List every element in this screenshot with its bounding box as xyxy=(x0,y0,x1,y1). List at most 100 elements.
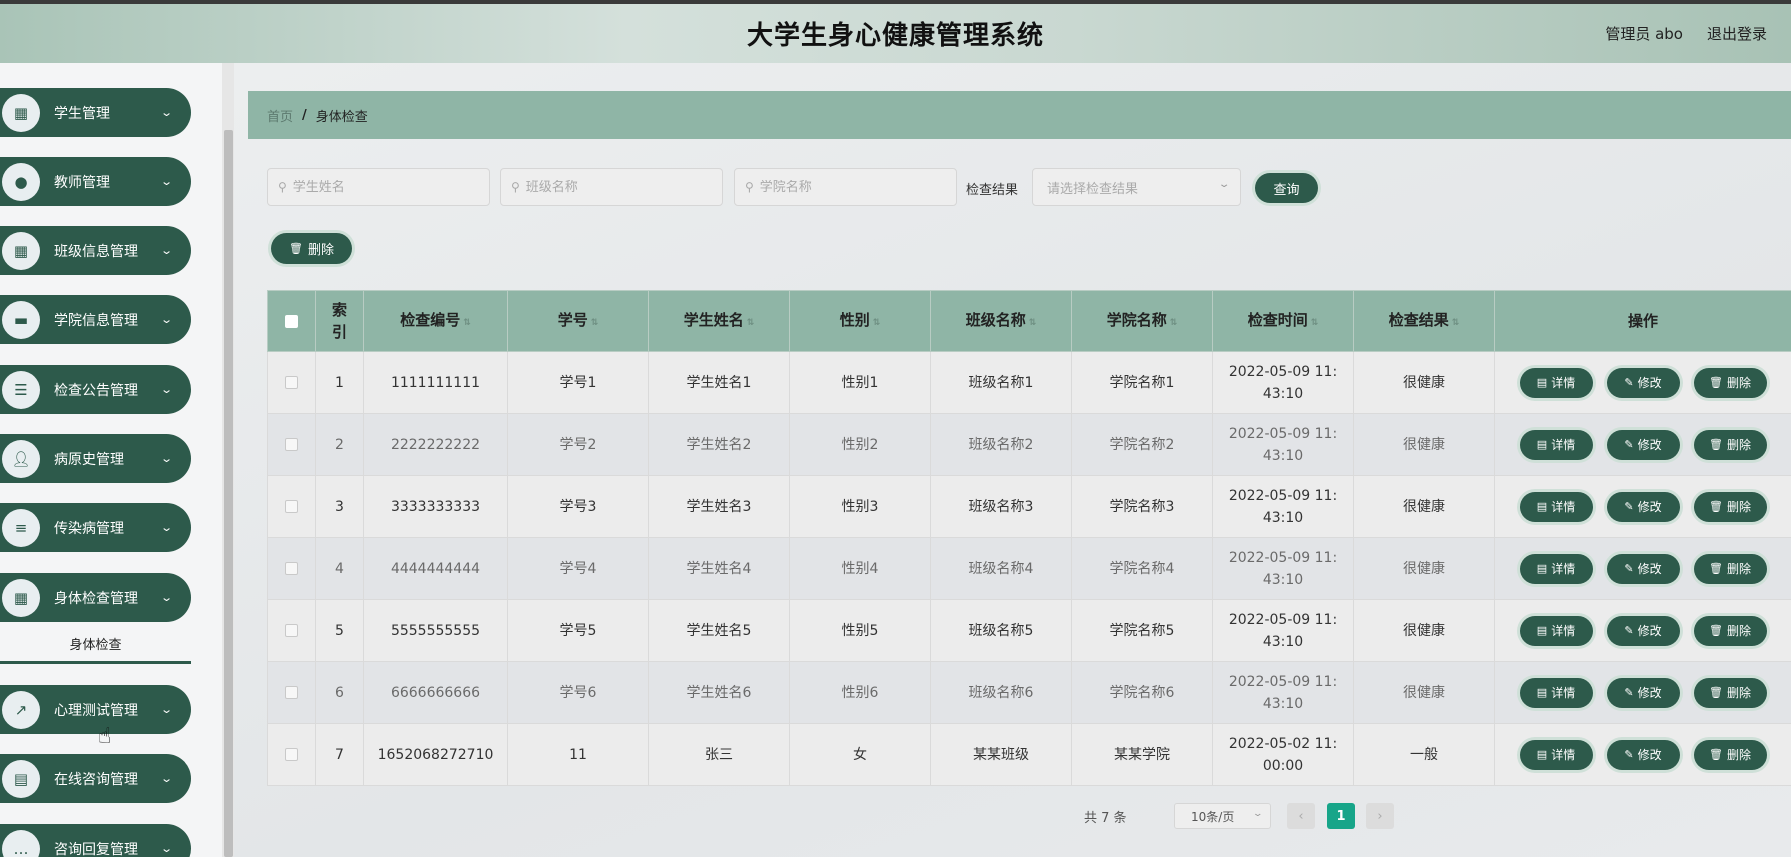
edit-button[interactable]: ✎ 修改 xyxy=(1606,615,1680,646)
cell-class-name: 班级名称6 xyxy=(930,661,1072,724)
row-checkbox[interactable] xyxy=(285,562,298,575)
submenu-item-physical-exam[interactable]: 身体检查 xyxy=(0,626,191,664)
sidebar-item-announcement[interactable]: ☰ 检查公告管理 ⌄ xyxy=(0,365,191,414)
header-student-name[interactable]: 学生姓名 ⇅ xyxy=(648,290,790,352)
sort-icon[interactable]: ⇅ xyxy=(463,318,471,328)
table-row[interactable]: 1 1111111111 学号1 学生姓名1 性别1 班级名称1 学院名称1 2022-05-… xyxy=(267,351,1791,414)
edit-button[interactable]: ✎ 修改 xyxy=(1606,429,1680,460)
table-row[interactable]: 6 6666666666 学号6 学生姓名6 性别6 班级名称6 学院名称6 2022-05-… xyxy=(267,661,1791,724)
sidebar-item-reply[interactable]: … 咨询回复管理 ⌄ xyxy=(0,824,191,857)
table-row[interactable]: 3 3333333333 学号3 学生姓名3 性别3 班级名称3 学院名称3 2022-05-… xyxy=(267,475,1791,538)
sort-icon[interactable]: ⇅ xyxy=(1170,318,1178,328)
college-name-search[interactable]: ⚲ xyxy=(734,168,957,206)
row-checkbox[interactable] xyxy=(285,624,298,637)
cell-gender: 性别3 xyxy=(789,475,931,538)
next-page-button[interactable]: › xyxy=(1366,803,1394,829)
row-select-cell[interactable] xyxy=(267,537,316,600)
class-name-input[interactable] xyxy=(525,179,696,195)
detail-button[interactable]: ▤ 详情 xyxy=(1519,491,1593,522)
list-icon: ≡ xyxy=(2,508,40,547)
student-name-input[interactable] xyxy=(292,179,463,195)
row-select-cell[interactable] xyxy=(267,351,316,414)
row-select-cell[interactable] xyxy=(267,661,316,724)
sort-icon[interactable]: ⇅ xyxy=(1452,318,1460,328)
sort-icon[interactable]: ⇅ xyxy=(747,318,755,328)
header-result[interactable]: 检查结果 ⇅ xyxy=(1353,290,1495,352)
detail-button[interactable]: ▤ 详情 xyxy=(1519,367,1593,398)
logout-link[interactable]: 退出登录 xyxy=(1707,23,1767,44)
breadcrumb-home-link[interactable]: 首页 xyxy=(267,106,293,125)
row-checkbox[interactable] xyxy=(285,500,298,513)
delete-button[interactable]: 🗑︎ 删除 xyxy=(1693,553,1767,584)
detail-button[interactable]: ▤ 详情 xyxy=(1519,553,1593,584)
sort-icon[interactable]: ⇅ xyxy=(1029,318,1037,328)
select-all-checkbox[interactable] xyxy=(285,315,298,328)
cell-student-no: 学号5 xyxy=(507,599,649,662)
edit-button[interactable]: ✎ 修改 xyxy=(1606,739,1680,770)
sidebar-item-college[interactable]: ▬ 学院信息管理 ⌄ xyxy=(0,295,191,344)
edit-button[interactable]: ✎ 修改 xyxy=(1606,553,1680,584)
delete-button[interactable]: 🗑︎ 删除 xyxy=(1693,367,1767,398)
class-name-search[interactable]: ⚲ xyxy=(500,168,723,206)
row-checkbox[interactable] xyxy=(285,376,298,389)
table-row[interactable]: 5 5555555555 学号5 学生姓名5 性别5 班级名称5 学院名称5 2022-05-… xyxy=(267,599,1791,662)
student-name-search[interactable]: ⚲ xyxy=(267,168,490,206)
header-college[interactable]: 学院名称 ⇅ xyxy=(1071,290,1213,352)
row-select-cell[interactable] xyxy=(267,723,316,786)
table-row[interactable]: 2 2222222222 学号2 学生姓名2 性别2 班级名称2 学院名称2 2022-05-… xyxy=(267,413,1791,476)
row-select-cell[interactable] xyxy=(267,413,316,476)
sidebar-item-class[interactable]: ▦ 班级信息管理 ⌄ xyxy=(0,226,191,275)
query-button[interactable]: 查询 xyxy=(1255,173,1318,203)
row-checkbox[interactable] xyxy=(285,438,298,451)
sidebar-item-teacher[interactable]: ● 教师管理 ⌄ xyxy=(0,157,191,206)
search-icon: ⚲ xyxy=(511,180,520,194)
page-number-button[interactable]: 1 xyxy=(1327,803,1355,829)
select-all-cell[interactable] xyxy=(267,290,316,352)
sidebar-item-student[interactable]: ▦ 学生管理 ⌄ xyxy=(0,88,191,137)
sort-icon[interactable]: ⇅ xyxy=(591,318,599,328)
sidebar-item-psych-test[interactable]: ↗ 心理测试管理 ⌄ xyxy=(0,685,191,734)
table-row[interactable]: 4 4444444444 学号4 学生姓名4 性别4 班级名称4 学院名称4 2022-05-… xyxy=(267,537,1791,600)
sort-icon[interactable]: ⇅ xyxy=(1311,318,1319,328)
sort-icon[interactable]: ⇅ xyxy=(873,318,881,328)
page-size-select[interactable]: 10条/页 ⌄ xyxy=(1174,803,1271,829)
delete-button[interactable]: 🗑︎ 删除 xyxy=(1693,615,1767,646)
pencil-icon: ✎ xyxy=(1624,623,1634,637)
delete-button[interactable]: 🗑︎ 删除 xyxy=(1693,491,1767,522)
exam-time-date: 2022-05-09 11: xyxy=(1228,487,1338,504)
detail-button[interactable]: ▤ 详情 xyxy=(1519,615,1593,646)
table-row[interactable]: 7 1652068272710 11 张三女某某班级 某某学院 2022-05-02 11… xyxy=(267,723,1791,786)
detail-button[interactable]: ▤ 详情 xyxy=(1519,677,1593,708)
pencil-icon: ✎ xyxy=(1624,375,1634,389)
hand-cursor-icon: ☝ xyxy=(98,724,112,749)
row-checkbox[interactable] xyxy=(285,748,298,761)
row-select-cell[interactable] xyxy=(267,599,316,662)
sidebar-scrollbar-thumb[interactable] xyxy=(224,130,233,857)
edit-button[interactable]: ✎ 修改 xyxy=(1606,367,1680,398)
detail-button[interactable]: ▤ 详情 xyxy=(1519,429,1593,460)
delete-button[interactable]: 🗑︎ 删除 xyxy=(1693,429,1767,460)
row-checkbox[interactable] xyxy=(285,686,298,699)
sidebar-item-physical-exam[interactable]: ▦ 身体检查管理 ⌄ xyxy=(0,573,191,622)
delete-button[interactable]: 🗑︎ 删除 xyxy=(1693,739,1767,770)
header-exam-time[interactable]: 检查时间 ⇅ xyxy=(1212,290,1354,352)
edit-button[interactable]: ✎ 修改 xyxy=(1606,491,1680,522)
header-code[interactable]: 检查编号 ⇅ xyxy=(363,290,508,352)
sidebar-item-infectious[interactable]: ≡ 传染病管理 ⌄ xyxy=(0,503,191,552)
detail-button[interactable]: ▤ 详情 xyxy=(1519,739,1593,770)
sidebar-item-history[interactable]: 👤︎ 病原史管理 ⌄ xyxy=(0,434,191,483)
college-name-input[interactable] xyxy=(759,179,930,195)
header-gender[interactable]: 性别 ⇅ xyxy=(789,290,931,352)
cell-gender: 性别1 xyxy=(789,351,931,414)
row-select-cell[interactable] xyxy=(267,475,316,538)
batch-delete-button[interactable]: 🗑︎ 删除 xyxy=(271,233,352,264)
header-student-no[interactable]: 学号 ⇅ xyxy=(507,290,649,352)
cell-index: 4 xyxy=(315,537,364,600)
prev-page-button[interactable]: ‹ xyxy=(1287,803,1315,829)
header-class-name[interactable]: 班级名称 ⇅ xyxy=(930,290,1072,352)
sidebar-item-consult[interactable]: ▤ 在线咨询管理 ⌄ xyxy=(0,754,191,803)
delete-button[interactable]: 🗑︎ 删除 xyxy=(1693,677,1767,708)
cell-student-name: 学生姓名5 xyxy=(648,599,790,662)
result-select[interactable]: 请选择检查结果 ⌄ xyxy=(1032,168,1241,206)
edit-button[interactable]: ✎ 修改 xyxy=(1606,677,1680,708)
